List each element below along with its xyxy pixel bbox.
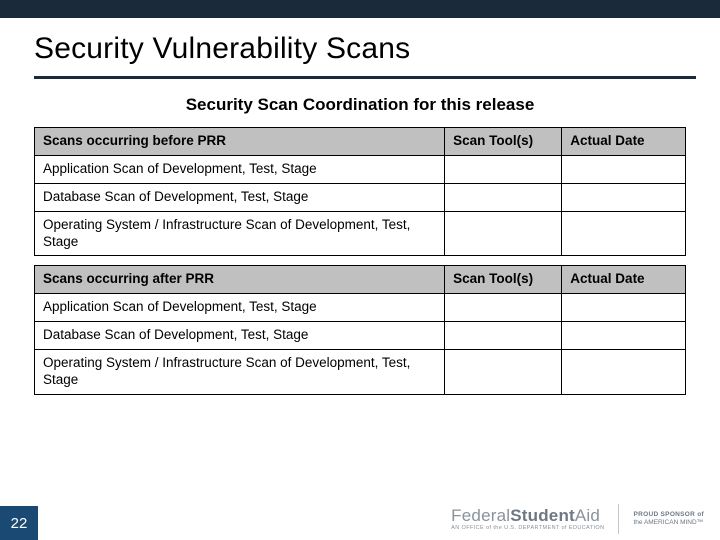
footer: 22 FederalStudentAid AN OFFICE of the U.… (0, 506, 720, 540)
cell-tool (445, 350, 562, 395)
cell-tool (445, 294, 562, 322)
page-number: 22 (0, 506, 38, 540)
slide: Security Vulnerability Scans Security Sc… (0, 0, 720, 540)
cell-desc: Database Scan of Development, Test, Stag… (35, 183, 445, 211)
divider (618, 504, 619, 534)
cell-date (562, 294, 686, 322)
cell-date (562, 183, 686, 211)
table-row: Database Scan of Development, Test, Stag… (35, 183, 686, 211)
header-tool: Scan Tool(s) (445, 266, 562, 294)
fsa-logo-text: FederalStudentAid (451, 507, 604, 524)
sponsor-line2: the AMERICAN MIND™ (633, 519, 704, 527)
cell-desc: Application Scan of Development, Test, S… (35, 294, 445, 322)
top-accent-bar (0, 0, 720, 18)
fsa-word-federal: Federal (451, 506, 510, 525)
header-desc: Scans occurring after PRR (35, 266, 445, 294)
cell-tool (445, 211, 562, 256)
page-subtitle: Security Scan Coordination for this rele… (0, 79, 720, 127)
fsa-logo: FederalStudentAid AN OFFICE of the U.S. … (451, 507, 604, 532)
fsa-subtext: AN OFFICE of the U.S. DEPARTMENT of EDUC… (451, 526, 604, 532)
table-row: Operating System / Infrastructure Scan o… (35, 350, 686, 395)
sponsor-tagline: PROUD SPONSOR of the AMERICAN MIND™ (633, 511, 704, 527)
cell-date (562, 350, 686, 395)
header-desc: Scans occurring before PRR (35, 128, 445, 156)
cell-desc: Database Scan of Development, Test, Stag… (35, 322, 445, 350)
cell-date (562, 211, 686, 256)
footer-branding: FederalStudentAid AN OFFICE of the U.S. … (451, 504, 704, 534)
table-row: Application Scan of Development, Test, S… (35, 155, 686, 183)
table-row: Application Scan of Development, Test, S… (35, 294, 686, 322)
cell-tool (445, 155, 562, 183)
section-gap (35, 256, 686, 266)
header-tool: Scan Tool(s) (445, 128, 562, 156)
table-header-after: Scans occurring after PRR Scan Tool(s) A… (35, 266, 686, 294)
cell-desc: Application Scan of Development, Test, S… (35, 155, 445, 183)
cell-date (562, 155, 686, 183)
cell-desc: Operating System / Infrastructure Scan o… (35, 350, 445, 395)
fsa-word-student: Student (510, 506, 575, 525)
cell-date (562, 322, 686, 350)
cell-tool (445, 183, 562, 211)
scan-coordination-table: Scans occurring before PRR Scan Tool(s) … (34, 127, 686, 395)
sponsor-line1: PROUD SPONSOR of (633, 511, 704, 519)
table-header-before: Scans occurring before PRR Scan Tool(s) … (35, 128, 686, 156)
header-date: Actual Date (562, 128, 686, 156)
table-row: Operating System / Infrastructure Scan o… (35, 211, 686, 256)
page-title: Security Vulnerability Scans (0, 18, 720, 74)
header-date: Actual Date (562, 266, 686, 294)
table-row: Database Scan of Development, Test, Stag… (35, 322, 686, 350)
cell-desc: Operating System / Infrastructure Scan o… (35, 211, 445, 256)
scan-table-container: Scans occurring before PRR Scan Tool(s) … (34, 127, 686, 395)
fsa-word-aid: Aid (575, 506, 600, 525)
cell-tool (445, 322, 562, 350)
